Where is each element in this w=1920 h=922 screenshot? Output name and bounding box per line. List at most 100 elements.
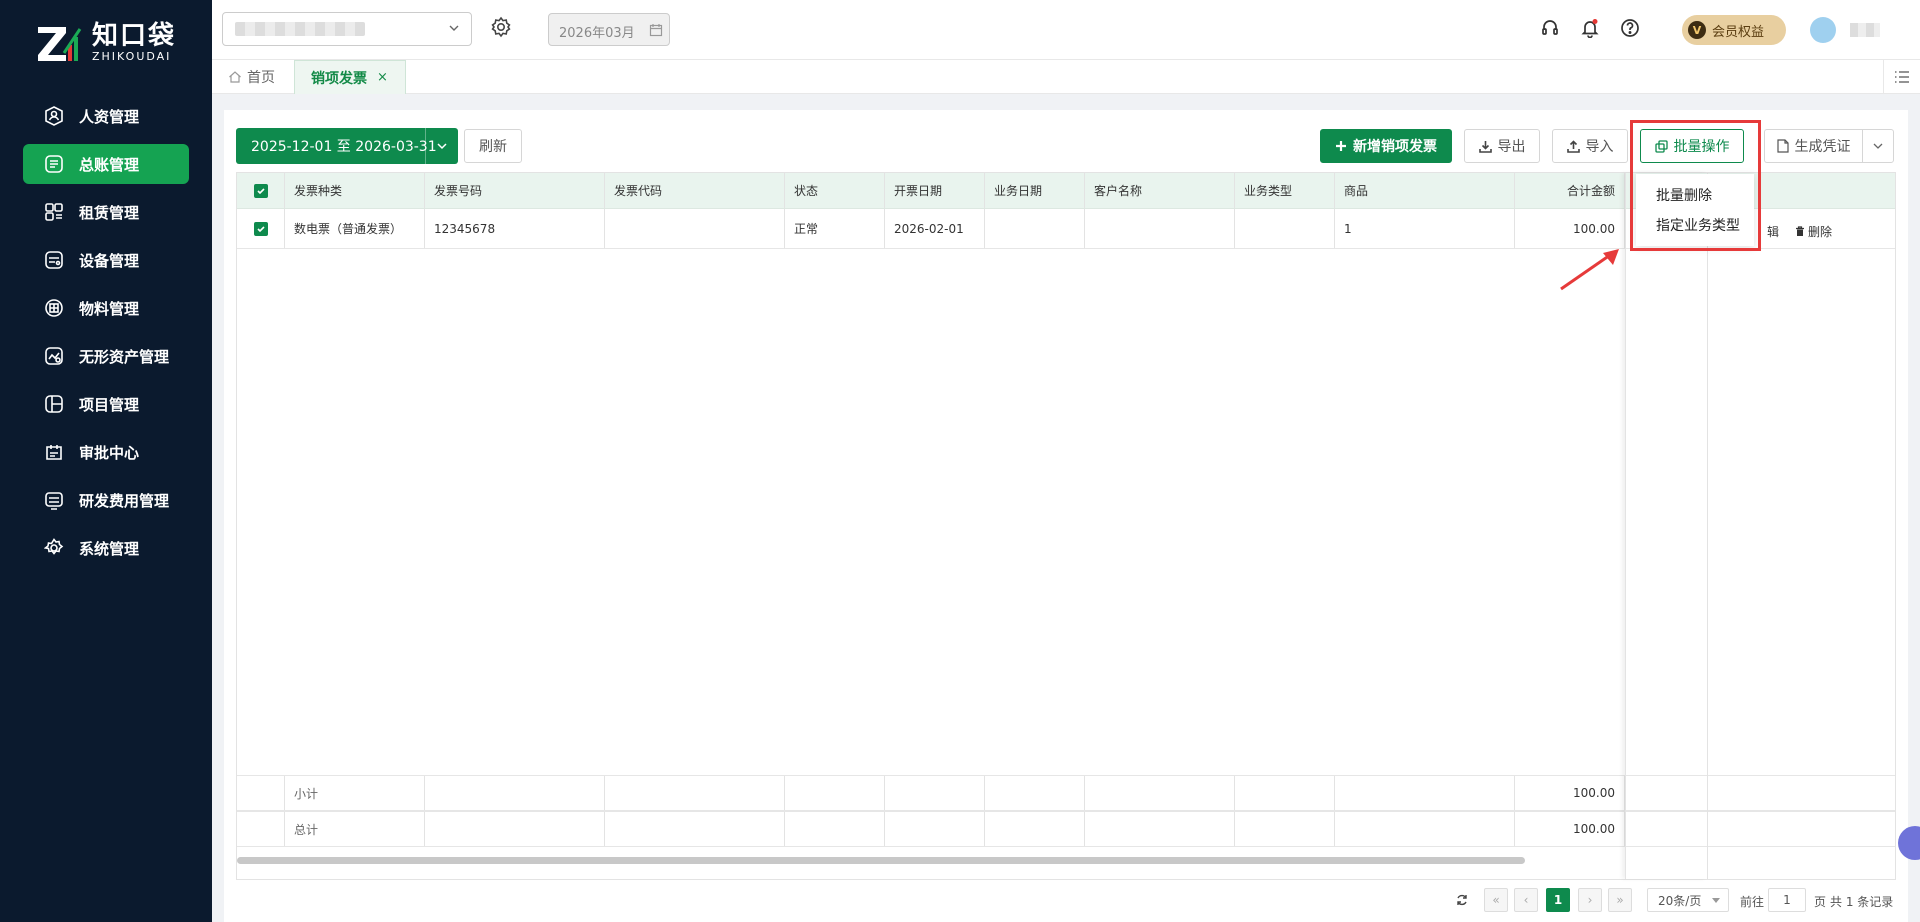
voucher-dropdown-button[interactable] [1862, 129, 1894, 163]
current-page[interactable]: 1 [1546, 888, 1570, 912]
refresh-button[interactable]: 刷新 [464, 129, 522, 163]
column-header[interactable]: 发票代码 [605, 173, 785, 208]
generate-voucher-button[interactable]: 生成凭证 [1764, 129, 1862, 163]
caret-down-icon [1712, 898, 1720, 903]
help-icon[interactable] [1620, 18, 1640, 38]
next-page-button[interactable]: › [1578, 888, 1602, 912]
sidebar-item-hr[interactable]: 人资管理 [23, 96, 189, 136]
sidebar-item-label: 研发费用管理 [79, 491, 170, 510]
cell-issue-date: 2026-02-01 [885, 209, 985, 248]
logo-cn: 知口袋 [92, 21, 177, 51]
lease-icon [43, 201, 65, 223]
select-all-checkbox[interactable] [253, 183, 268, 198]
column-header[interactable]: 发票号码 [425, 173, 605, 208]
bell-icon[interactable] [1580, 18, 1600, 38]
close-icon[interactable]: × [377, 70, 388, 85]
cell-invoice-number: 12345678 [425, 209, 605, 248]
total-value: 100.00 [1515, 812, 1625, 846]
user-circle-icon [43, 105, 65, 127]
add-sales-invoice-button[interactable]: 新增销项发票 [1320, 129, 1452, 163]
refresh-icon[interactable] [1456, 894, 1468, 906]
avatar[interactable] [1810, 17, 1836, 43]
cell-goods: 1 [1335, 209, 1515, 248]
subtotal-label: 小计 [285, 776, 425, 810]
sidebar-item-lease[interactable]: 租赁管理 [23, 192, 189, 232]
trash-icon [1796, 226, 1804, 236]
page-size-value: 20条/页 [1658, 893, 1702, 908]
column-header[interactable]: 商品 [1335, 173, 1515, 208]
gear-icon [43, 537, 65, 559]
chevron-down-icon [449, 25, 459, 31]
period-value: 2026年03月 [559, 26, 635, 41]
user-name-blurred[interactable] [1850, 23, 1880, 37]
pagination: « ‹ 1 › » 20条/页 前往 1 页 共 1 条记录 [224, 885, 1908, 915]
vip-button[interactable]: V 会员权益 [1682, 15, 1786, 45]
column-header[interactable]: 业务类型 [1235, 173, 1335, 208]
sidebar: 知口袋 ZHIKOUDAI 人资管理 总账管理 租赁管理 设备管理 物料管理 无… [0, 0, 212, 922]
logo-en: ZHIKOUDAI [92, 50, 172, 63]
sidebar-item-label: 总账管理 [79, 155, 140, 174]
sidebar-item-device[interactable]: 设备管理 [23, 240, 189, 280]
ledger-icon [43, 153, 65, 175]
date-range-value: 2025-12-01 至 2026-03-31 [251, 139, 437, 155]
sidebar-item-approval[interactable]: 审批中心 [23, 432, 189, 472]
settings-gear-icon[interactable] [490, 16, 512, 38]
chevron-down-icon [437, 143, 447, 150]
sidebar-item-label: 项目管理 [79, 395, 140, 414]
tab-home[interactable]: 首页 [228, 60, 275, 94]
cell-status: 正常 [785, 209, 885, 248]
edit-link-partial[interactable]: 辑 [1767, 223, 1779, 240]
sidebar-item-material[interactable]: 物料管理 [23, 288, 189, 328]
prev-page-button[interactable]: ‹ [1514, 888, 1538, 912]
horizontal-scrollbar[interactable] [237, 857, 1525, 864]
goto-label: 前往 [1740, 895, 1765, 909]
delete-link[interactable]: 删除 [1795, 223, 1832, 240]
sidebar-item-ledger[interactable]: 总账管理 [23, 144, 189, 184]
export-label: 导出 [1497, 139, 1526, 155]
refresh-label: 刷新 [479, 139, 507, 155]
list-menu-icon[interactable] [1894, 70, 1910, 84]
delete-label: 删除 [1808, 225, 1833, 239]
column-header[interactable]: 状态 [785, 173, 885, 208]
chevron-down-icon [1873, 143, 1883, 149]
tab-home-label: 首页 [247, 70, 275, 86]
company-name-blurred [235, 22, 365, 36]
column-header[interactable]: 开票日期 [885, 173, 985, 208]
upload-icon [1566, 139, 1580, 153]
add-label: 新增销项发票 [1353, 139, 1437, 155]
highlight-annotation-box [1630, 120, 1761, 251]
import-button[interactable]: 导入 [1552, 129, 1628, 163]
goto-value: 1 [1783, 893, 1791, 907]
sidebar-item-label: 审批中心 [79, 443, 140, 462]
goto-page-input[interactable]: 1 [1768, 888, 1806, 912]
row-checkbox[interactable] [253, 221, 268, 236]
page-size-select[interactable]: 20条/页 [1647, 888, 1729, 912]
column-header[interactable]: 发票种类 [285, 173, 425, 208]
export-button[interactable]: 导出 [1464, 129, 1540, 163]
home-icon [229, 71, 241, 83]
period-input[interactable]: 2026年03月 [548, 13, 670, 46]
column-header[interactable]: 合计金额 [1515, 173, 1625, 208]
date-range-picker[interactable]: 2025-12-01 至 2026-03-31 [236, 128, 458, 164]
sidebar-item-label: 人资管理 [79, 107, 140, 126]
tab-sales-invoice[interactable]: 销项发票 × [294, 60, 406, 94]
first-page-button[interactable]: « [1484, 888, 1508, 912]
column-header[interactable]: 业务日期 [985, 173, 1085, 208]
company-select[interactable] [222, 12, 472, 46]
sidebar-item-rd[interactable]: 研发费用管理 [23, 480, 189, 520]
plus-icon [1336, 141, 1346, 151]
last-page-button[interactable]: » [1608, 888, 1632, 912]
sidebar-item-intangible[interactable]: 无形资产管理 [23, 336, 189, 376]
cell-invoice-code [605, 209, 785, 248]
sidebar-item-label: 租赁管理 [79, 203, 140, 222]
sidebar-item-system[interactable]: 系统管理 [23, 528, 189, 568]
cell-biz-type [1235, 209, 1335, 248]
tabs-bar: 首页 销项发票 × [212, 60, 1920, 94]
calendar-icon [649, 24, 663, 37]
column-header[interactable]: 客户名称 [1085, 173, 1235, 208]
sidebar-menu: 人资管理 总账管理 租赁管理 设备管理 物料管理 无形资产管理 项目管理 审批中… [0, 88, 212, 576]
headset-icon[interactable] [1540, 18, 1560, 38]
sidebar-item-project[interactable]: 项目管理 [23, 384, 189, 424]
cell-invoice-type: 数电票（普通发票） [285, 209, 425, 248]
cell-biz-date [985, 209, 1085, 248]
